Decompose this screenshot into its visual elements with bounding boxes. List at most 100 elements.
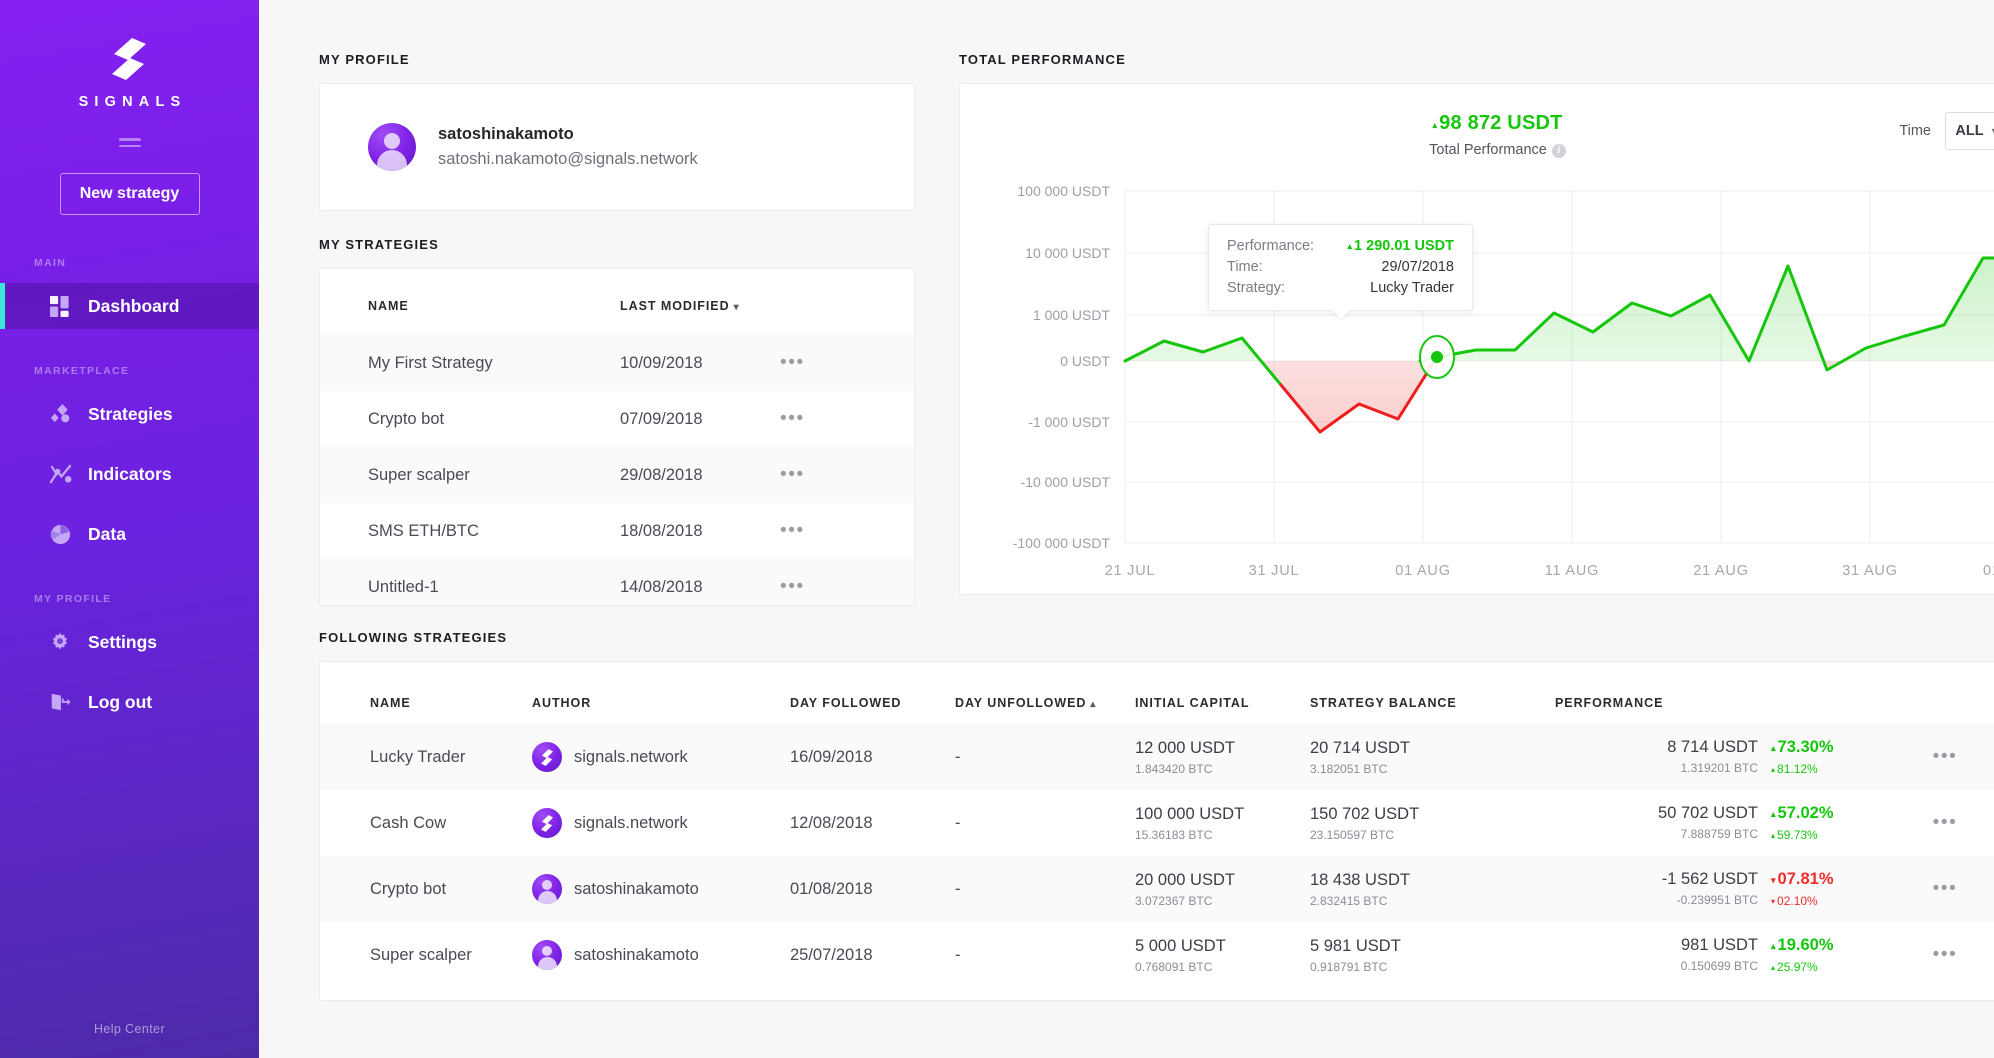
table-row[interactable]: Crypto bot 07/09/2018 ••• <box>320 391 914 447</box>
time-range-select[interactable]: ALL ▾ <box>1945 112 1994 150</box>
my-profile-section-label: MY PROFILE <box>319 52 410 67</box>
sidebar-item-log-out[interactable]: Log out <box>0 679 259 725</box>
svg-text:-10 000 USDT: -10 000 USDT <box>1021 474 1111 490</box>
following-strategies-section-label: FOLLOWING STRATEGIES <box>319 630 508 645</box>
sidebar-item-indicators[interactable]: Indicators <box>0 451 259 497</box>
tooltip-time-label: Time: <box>1227 259 1263 275</box>
strategy-name: Crypto bot <box>368 409 445 428</box>
chevron-down-icon: ▾ <box>733 302 740 313</box>
table-header: NAME LAST MODIFIED ▾ <box>320 269 914 335</box>
user-avatar <box>532 940 562 970</box>
sidebar-item-strategies[interactable]: Strategies <box>0 391 259 437</box>
dashboard-icon <box>48 294 72 318</box>
row-menu-icon[interactable]: ••• <box>1933 878 1958 899</box>
strategy-name: Super scalper <box>370 945 472 964</box>
info-icon[interactable]: i <box>1551 144 1566 158</box>
table-row[interactable]: My First Strategy 10/09/2018 ••• <box>320 335 914 391</box>
profile-email: satoshi.nakamoto@signals.network <box>438 150 698 168</box>
table-row[interactable]: Crypto bot satoshinakamoto 01/08/2018 - … <box>320 856 1994 922</box>
signals-logo-icon <box>111 38 146 80</box>
up-arrow-icon: ▴ <box>1771 962 1776 972</box>
sidebar-item-label: Log out <box>88 691 153 712</box>
day-followed: 12/08/2018 <box>790 813 873 832</box>
table-row[interactable]: Lucky Trader signals.network 16/09/2018 … <box>320 724 1994 790</box>
day-unfollowed: - <box>955 813 961 832</box>
svg-text:0 USDT: 0 USDT <box>1060 353 1110 369</box>
column-header-last-modified[interactable]: LAST MODIFIED ▾ <box>620 299 780 335</box>
up-arrow-icon: ▴ <box>1771 808 1776 819</box>
new-strategy-button[interactable]: New strategy <box>59 173 200 215</box>
nav-section-marketplace: MARKETPLACE <box>34 365 130 377</box>
day-unfollowed: - <box>955 879 961 898</box>
performance-pct-btc: ▴ 59.73% <box>1771 828 1818 842</box>
logout-icon <box>48 690 72 714</box>
hamburger-icon[interactable] <box>118 138 141 147</box>
strategy-last-modified: 07/09/2018 <box>620 409 703 428</box>
initial-capital: 100 000 USDT 15.36183 BTC <box>1135 804 1245 842</box>
total-performance-section-label: TOTAL PERFORMANCE <box>959 52 1126 67</box>
chart-plot-area: 100 000 USDT 10 000 USDT 1 000 USDT 0 US… <box>960 180 1994 580</box>
row-menu-icon[interactable]: ••• <box>1933 746 1958 767</box>
svg-text:01 SEP: 01 SEP <box>1983 563 1994 579</box>
nav-section-my-profile: MY PROFILE <box>34 593 112 605</box>
row-menu-icon[interactable]: ••• <box>780 520 805 541</box>
time-label: Time <box>1899 123 1931 139</box>
author-name: signals.network <box>574 813 688 832</box>
signals-logo-avatar <box>532 808 562 838</box>
total-performance-subtitle: Total Performance i <box>960 142 1994 158</box>
performance-pct-usdt: ▴ 57.02% <box>1771 804 1834 822</box>
sidebar-item-label: Data <box>88 523 126 544</box>
column-header-day-unfollowed[interactable]: DAY UNFOLLOWED ▴ <box>955 696 1135 710</box>
time-range-value: ALL <box>1955 123 1984 139</box>
row-menu-icon[interactable]: ••• <box>780 576 805 597</box>
profile-username: satoshinakamoto <box>438 125 574 143</box>
day-followed: 16/09/2018 <box>790 747 873 766</box>
row-menu-icon[interactable]: ••• <box>780 464 805 485</box>
table-row[interactable]: Super scalper satoshinakamoto 25/07/2018… <box>320 922 1994 988</box>
performance-pct-usdt: ▾ 07.81% <box>1771 870 1834 888</box>
help-center-link[interactable]: Help Center <box>0 1022 259 1036</box>
tooltip-performance-row: Performance: ▴ 1 290.01 USDT <box>1227 238 1454 254</box>
app-root: SIGNALS New strategy MAIN Dashboard MARK… <box>0 0 1994 1058</box>
chart-highlight-point[interactable] <box>1419 335 1455 379</box>
table-row[interactable]: Cash Cow signals.network 12/08/2018 - 10… <box>320 790 1994 856</box>
sidebar: SIGNALS New strategy MAIN Dashboard MARK… <box>0 0 259 1058</box>
sidebar-item-label: Indicators <box>88 463 172 484</box>
tooltip-strategy-row: Strategy: Lucky Trader <box>1227 280 1454 296</box>
down-arrow-icon: ▾ <box>1771 896 1776 906</box>
strategy-balance: 150 702 USDT 23.150597 BTC <box>1310 804 1420 842</box>
svg-text:1 000 USDT: 1 000 USDT <box>1033 307 1110 323</box>
table-row[interactable]: Untitled-1 14/08/2018 ••• <box>320 559 914 605</box>
column-header-strategy-balance: STRATEGY BALANCE <box>1310 696 1457 710</box>
svg-text:-100 000 USDT: -100 000 USDT <box>1013 535 1111 551</box>
down-arrow-icon: ▾ <box>1771 874 1776 885</box>
profile-card: satoshinakamoto satoshi.nakamoto@signals… <box>319 83 915 211</box>
performance-pct-btc: ▾ 02.10% <box>1771 894 1818 908</box>
up-arrow-icon: ▴ <box>1771 742 1776 753</box>
row-menu-icon[interactable]: ••• <box>780 352 805 373</box>
performance-chart-card: ▴ 98 872 USDT Total Performance i Time ALL… <box>959 83 1994 595</box>
indicators-icon <box>48 462 72 486</box>
table-row[interactable]: Super scalper 29/08/2018 ••• <box>320 447 914 503</box>
sidebar-item-settings[interactable]: Settings <box>0 619 259 665</box>
column-header-performance: PERFORMANCE <box>1555 696 1664 710</box>
sidebar-item-dashboard[interactable]: Dashboard <box>0 283 259 329</box>
chart-header: ▴ 98 872 USDT Total Performance i Time ALL… <box>960 84 1994 180</box>
brand-logo[interactable]: SIGNALS <box>0 0 259 110</box>
avatar <box>368 123 416 171</box>
up-arrow-icon: ▴ <box>1347 240 1353 251</box>
column-header-actions <box>780 299 914 335</box>
sidebar-item-label: Settings <box>88 631 158 652</box>
performance-pct-usdt: ▴ 19.60% <box>1771 936 1834 954</box>
svg-text:01 AUG: 01 AUG <box>1395 563 1451 579</box>
table-row[interactable]: SMS ETH/BTC 18/08/2018 ••• <box>320 503 914 559</box>
sidebar-item-data[interactable]: Data <box>0 511 259 557</box>
row-menu-icon[interactable]: ••• <box>1933 944 1958 965</box>
row-menu-icon[interactable]: ••• <box>1933 812 1958 833</box>
tooltip-strategy-label: Strategy: <box>1227 280 1286 296</box>
performance-pct-btc: ▴ 81.12% <box>1771 762 1818 776</box>
sidebar-item-label: Strategies <box>88 403 173 424</box>
row-menu-icon[interactable]: ••• <box>780 408 805 429</box>
top-row: MY PROFILE satoshinakamoto satoshi.nakam… <box>319 52 1994 606</box>
svg-text:21 JUL: 21 JUL <box>1105 563 1156 579</box>
